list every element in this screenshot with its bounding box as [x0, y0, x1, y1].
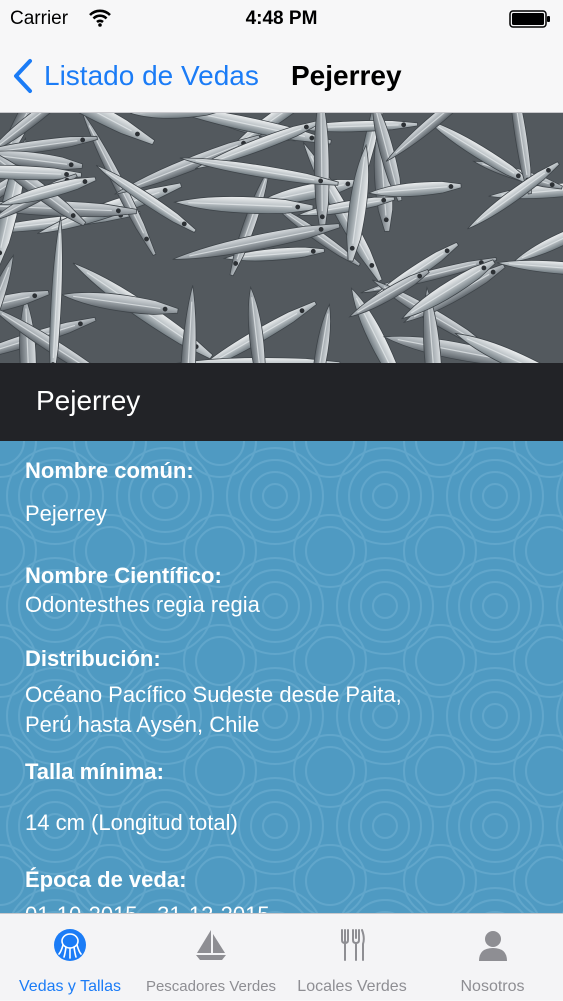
scientific-name-label: Nombre Científico:	[25, 563, 222, 588]
species-details[interactable]: Nombre común: Pejerrey Nombre Científico…	[0, 441, 563, 913]
page-title: Pejerrey	[291, 60, 402, 91]
back-button-label: Listado de Vedas	[44, 60, 259, 91]
common-name-value: Pejerrey	[25, 501, 107, 526]
tab-locales-verdes-label: Locales Verdes	[297, 978, 407, 995]
status-time: 4:48 PM	[245, 8, 318, 29]
species-name-header: Pejerrey	[0, 363, 563, 441]
scientific-name-value: Odontesthes regia regia	[25, 592, 260, 617]
species-name-title: Pejerrey	[36, 385, 141, 416]
tab-nosotros[interactable]: Nosotros	[422, 914, 563, 1001]
tab-vedas-y-tallas[interactable]: Vedas y Tallas	[0, 914, 140, 1001]
back-button[interactable]: Listado de Vedas	[12, 54, 259, 98]
tab-nosotros-label: Nosotros	[460, 978, 525, 995]
battery-icon	[509, 10, 550, 28]
octopus-icon	[54, 929, 86, 961]
sailboat-icon	[196, 930, 226, 960]
minimum-size-label: Talla mínima:	[25, 759, 164, 784]
tab-locales-verdes[interactable]: Locales Verdes	[282, 914, 422, 1001]
chevron-left-icon	[14, 59, 32, 93]
distribution-value-line-2: Perú hasta Aysén, Chile	[25, 712, 260, 737]
common-name-label: Nombre común:	[25, 458, 194, 483]
distribution-label: Distribución:	[25, 646, 161, 671]
minimum-size-value: 14 cm (Longitud total)	[25, 810, 238, 835]
species-photo	[0, 113, 563, 363]
tab-pescadores-verdes[interactable]: Pescadores Verdes	[140, 914, 282, 1001]
cutlery-icon	[341, 929, 365, 961]
tab-vedas-y-tallas-label: Vedas y Tallas	[19, 978, 121, 995]
status-bar: Carrier 4:48 PM	[0, 0, 563, 40]
tab-pescadores-verdes-label: Pescadores Verdes	[145, 978, 277, 995]
fish-pile-image	[0, 113, 563, 363]
user-icon	[478, 931, 507, 961]
tab-bar: Vedas y Tallas Pescadores Verdes Locales…	[0, 913, 563, 1000]
navigation-bar: Listado de Vedas Pejerrey	[0, 40, 563, 113]
closed-season-value: 01-10-2015 - 31-12-2015	[25, 900, 270, 913]
closed-season-label: Época de veda:	[25, 867, 187, 892]
distribution-value-line-1: Océano Pacífico Sudeste desde Paita,	[25, 682, 402, 707]
